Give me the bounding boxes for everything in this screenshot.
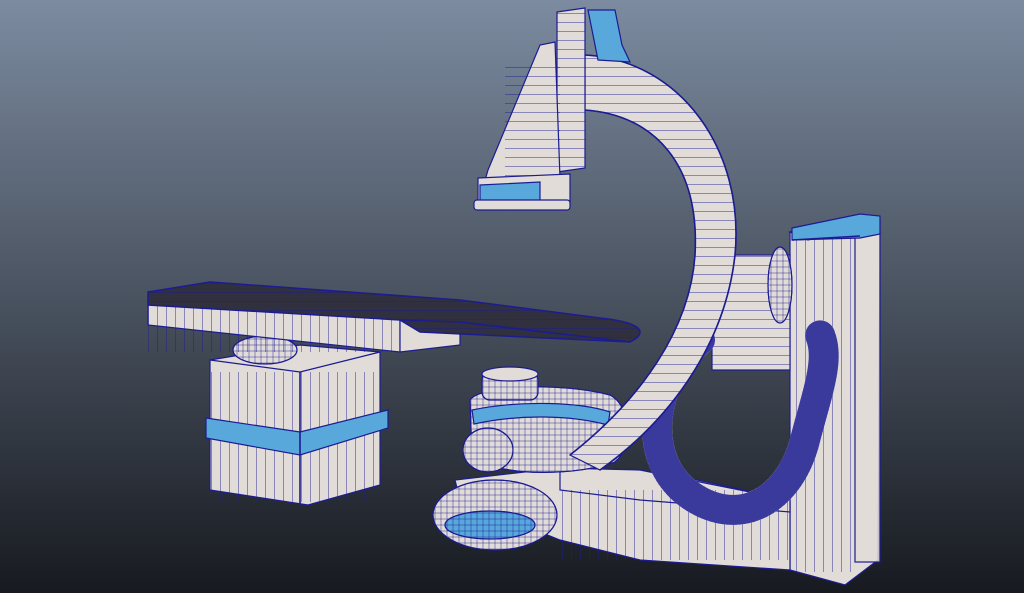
3d-viewport[interactable] xyxy=(0,0,1024,593)
wireframe-render xyxy=(0,0,1024,593)
table-pedestal[interactable] xyxy=(205,335,389,506)
